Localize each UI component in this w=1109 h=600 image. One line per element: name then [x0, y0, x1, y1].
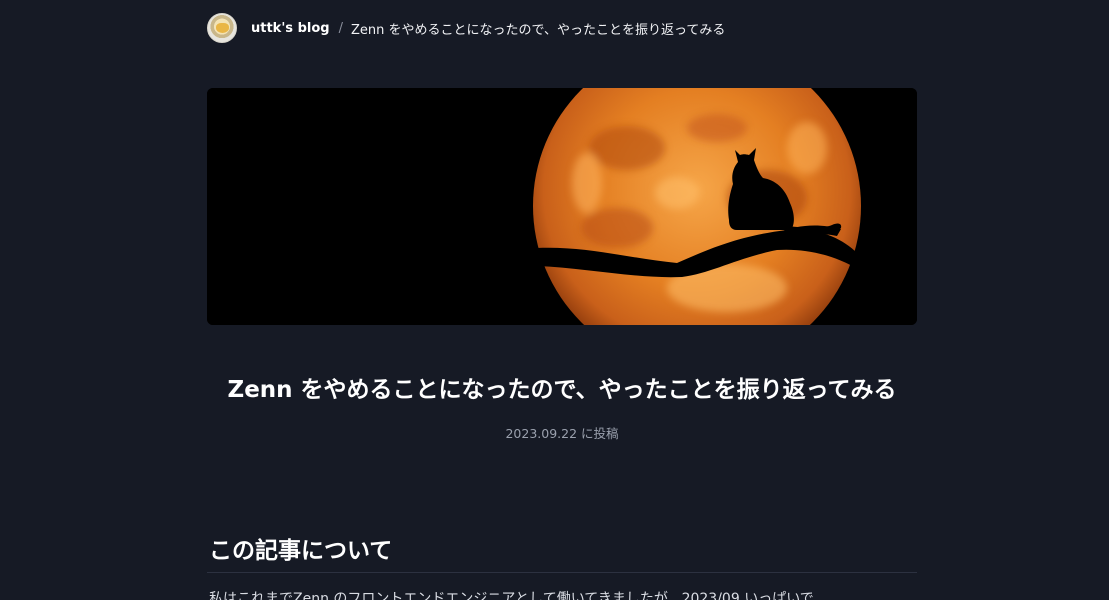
- section-heading: この記事について: [209, 538, 393, 564]
- site-header: uttk's blog / Zenn をやめることになったので、やったことを振り…: [207, 12, 725, 44]
- avatar[interactable]: [207, 13, 237, 43]
- blog-name-link[interactable]: uttk's blog: [251, 21, 330, 36]
- avatar-face-icon: [216, 23, 229, 33]
- breadcrumb-separator: /: [338, 20, 343, 36]
- heading-divider: [207, 572, 917, 573]
- hero-image: [207, 88, 917, 325]
- page: uttk's blog / Zenn をやめることになったので、やったことを振り…: [0, 0, 1109, 600]
- breadcrumb-title: Zenn をやめることになったので、やったことを振り返ってみる: [350, 22, 726, 38]
- article-title: Zenn をやめることになったので、やったことを振り返ってみる: [227, 377, 897, 403]
- moon-cat-illustration: [207, 88, 917, 325]
- post-date: 2023.09.22 に投稿: [505, 426, 619, 441]
- intro-paragraph: 私はこれまでZenn のフロントエンドエンジニアとして働いてきましたが、2023…: [209, 591, 814, 600]
